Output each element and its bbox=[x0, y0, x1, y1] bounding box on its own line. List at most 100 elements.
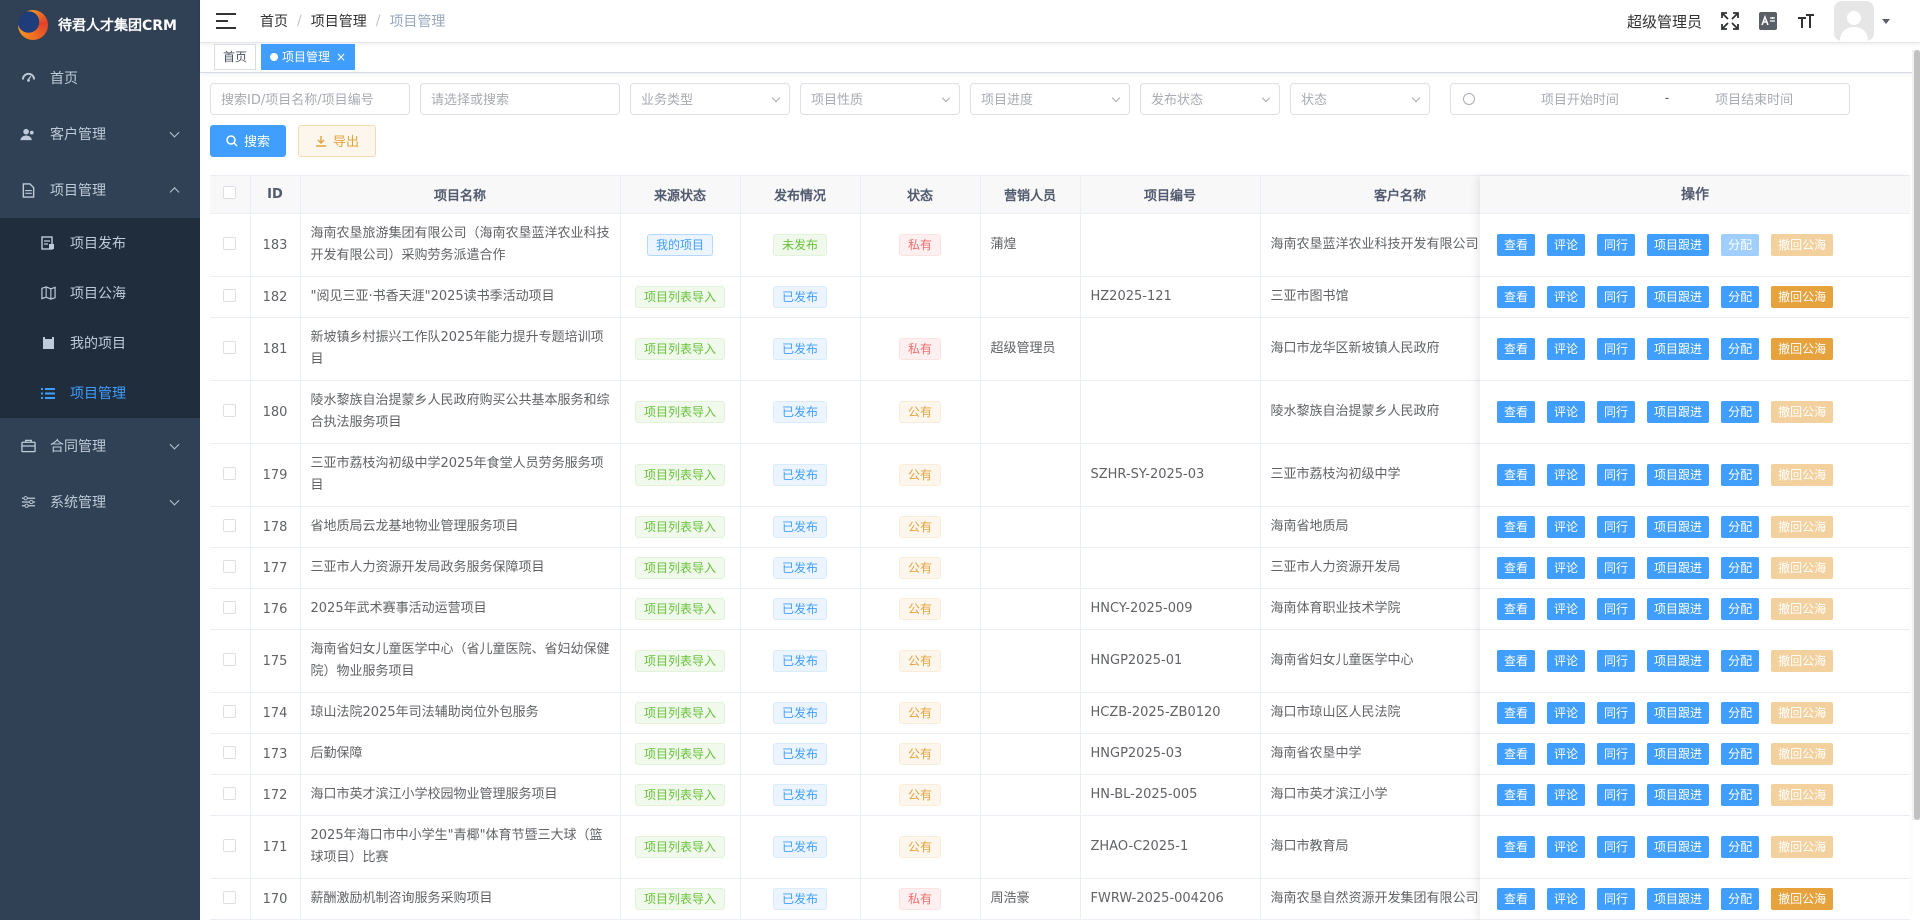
app-logo[interactable]: 待君人才集团CRM bbox=[0, 0, 200, 50]
sidebar-item-project-pool[interactable]: 项目公海 bbox=[0, 268, 200, 318]
peer-button[interactable]: 同行 bbox=[1597, 233, 1636, 256]
recall-button[interactable]: 撤回公海 bbox=[1771, 835, 1834, 858]
breadcrumb-projects[interactable]: 项目管理 bbox=[311, 11, 367, 31]
view-button[interactable]: 查看 bbox=[1497, 233, 1536, 256]
comment-button[interactable]: 评论 bbox=[1547, 835, 1586, 858]
avatar[interactable] bbox=[1834, 1, 1874, 42]
font-size-icon[interactable] bbox=[1796, 11, 1816, 31]
comment-button[interactable]: 评论 bbox=[1547, 597, 1586, 620]
view-button[interactable]: 查看 bbox=[1497, 400, 1536, 423]
peer-button[interactable]: 同行 bbox=[1597, 742, 1636, 765]
row-checkbox[interactable] bbox=[223, 236, 237, 250]
export-button[interactable]: 导出 bbox=[298, 124, 377, 157]
tag-home[interactable]: 首页 bbox=[214, 44, 257, 71]
comment-button[interactable]: 评论 bbox=[1547, 515, 1586, 538]
end-date-placeholder[interactable]: 项目结束时间 bbox=[1669, 89, 1839, 108]
row-checkbox[interactable] bbox=[223, 518, 237, 532]
comment-button[interactable]: 评论 bbox=[1547, 285, 1586, 308]
customer-select[interactable]: 请选择或搜索 bbox=[420, 82, 620, 115]
start-date-placeholder[interactable]: 项目开始时间 bbox=[1495, 89, 1665, 108]
assign-button[interactable]: 分配 bbox=[1721, 597, 1760, 620]
close-icon[interactable]: × bbox=[336, 45, 346, 69]
peer-button[interactable]: 同行 bbox=[1597, 835, 1636, 858]
search-input[interactable]: 搜索ID/项目名称/项目编号 bbox=[210, 82, 410, 115]
sidebar-item-project-publish[interactable]: 项目发布 bbox=[0, 218, 200, 268]
view-button[interactable]: 查看 bbox=[1497, 463, 1536, 486]
sidebar-item-customers[interactable]: 客户管理 bbox=[0, 106, 200, 162]
view-button[interactable]: 查看 bbox=[1497, 783, 1536, 806]
recall-button[interactable]: 撤回公海 bbox=[1771, 400, 1834, 423]
peer-button[interactable]: 同行 bbox=[1597, 649, 1636, 672]
row-checkbox[interactable] bbox=[223, 704, 237, 718]
recall-button[interactable]: 撤回公海 bbox=[1771, 887, 1834, 910]
peer-button[interactable]: 同行 bbox=[1597, 597, 1636, 620]
comment-button[interactable]: 评论 bbox=[1547, 887, 1586, 910]
row-checkbox[interactable] bbox=[223, 890, 237, 904]
follow-up-button[interactable]: 项目跟进 bbox=[1647, 783, 1710, 806]
sidebar-item-system[interactable]: 系统管理 bbox=[0, 474, 200, 530]
comment-button[interactable]: 评论 bbox=[1547, 742, 1586, 765]
view-button[interactable]: 查看 bbox=[1497, 337, 1536, 360]
recall-button[interactable]: 撤回公海 bbox=[1771, 337, 1834, 360]
assign-button[interactable]: 分配 bbox=[1721, 649, 1760, 672]
assign-button[interactable]: 分配 bbox=[1721, 233, 1760, 256]
follow-up-button[interactable]: 项目跟进 bbox=[1647, 337, 1710, 360]
assign-button[interactable]: 分配 bbox=[1721, 285, 1760, 308]
view-button[interactable]: 查看 bbox=[1497, 597, 1536, 620]
view-button[interactable]: 查看 bbox=[1497, 887, 1536, 910]
date-range-picker[interactable]: 项目开始时间 - 项目结束时间 bbox=[1450, 82, 1850, 115]
peer-button[interactable]: 同行 bbox=[1597, 285, 1636, 308]
comment-button[interactable]: 评论 bbox=[1547, 463, 1586, 486]
comment-button[interactable]: 评论 bbox=[1547, 649, 1586, 672]
row-checkbox[interactable] bbox=[223, 288, 237, 302]
sidebar-item-contracts[interactable]: 合同管理 bbox=[0, 418, 200, 474]
view-button[interactable]: 查看 bbox=[1497, 742, 1536, 765]
recall-button[interactable]: 撤回公海 bbox=[1771, 701, 1834, 724]
peer-button[interactable]: 同行 bbox=[1597, 887, 1636, 910]
peer-button[interactable]: 同行 bbox=[1597, 556, 1636, 579]
recall-button[interactable]: 撤回公海 bbox=[1771, 463, 1834, 486]
follow-up-button[interactable]: 项目跟进 bbox=[1647, 515, 1710, 538]
page-scrollbar[interactable] bbox=[1912, 50, 1920, 820]
view-button[interactable]: 查看 bbox=[1497, 649, 1536, 672]
follow-up-button[interactable]: 项目跟进 bbox=[1647, 463, 1710, 486]
peer-button[interactable]: 同行 bbox=[1597, 783, 1636, 806]
follow-up-button[interactable]: 项目跟进 bbox=[1647, 701, 1710, 724]
follow-up-button[interactable]: 项目跟进 bbox=[1647, 556, 1710, 579]
scrollbar-thumb[interactable] bbox=[1914, 50, 1920, 820]
row-checkbox[interactable] bbox=[223, 340, 237, 354]
sidebar-item-project-manage[interactable]: 项目管理 bbox=[0, 368, 200, 418]
row-checkbox[interactable] bbox=[223, 559, 237, 573]
recall-button[interactable]: 撤回公海 bbox=[1771, 742, 1834, 765]
row-checkbox[interactable] bbox=[223, 838, 237, 852]
recall-button[interactable]: 撤回公海 bbox=[1771, 783, 1834, 806]
peer-button[interactable]: 同行 bbox=[1597, 337, 1636, 360]
recall-button[interactable]: 撤回公海 bbox=[1771, 597, 1834, 620]
sidebar-item-home[interactable]: 首页 bbox=[0, 50, 200, 106]
peer-button[interactable]: 同行 bbox=[1597, 463, 1636, 486]
view-button[interactable]: 查看 bbox=[1497, 701, 1536, 724]
assign-button[interactable]: 分配 bbox=[1721, 556, 1760, 579]
follow-up-button[interactable]: 项目跟进 bbox=[1647, 233, 1710, 256]
assign-button[interactable]: 分配 bbox=[1721, 783, 1760, 806]
sidebar-item-projects[interactable]: 项目管理 bbox=[0, 162, 200, 218]
follow-up-button[interactable]: 项目跟进 bbox=[1647, 742, 1710, 765]
row-checkbox[interactable] bbox=[223, 466, 237, 480]
search-button[interactable]: 搜索 bbox=[210, 124, 287, 157]
recall-button[interactable]: 撤回公海 bbox=[1771, 233, 1834, 256]
comment-button[interactable]: 评论 bbox=[1547, 400, 1586, 423]
nature-select[interactable]: 项目性质 bbox=[800, 82, 960, 115]
recall-button[interactable]: 撤回公海 bbox=[1771, 285, 1834, 308]
breadcrumb-home[interactable]: 首页 bbox=[260, 11, 288, 31]
follow-up-button[interactable]: 项目跟进 bbox=[1647, 835, 1710, 858]
assign-button[interactable]: 分配 bbox=[1721, 400, 1760, 423]
row-checkbox[interactable] bbox=[223, 786, 237, 800]
status-select[interactable]: 状态 bbox=[1290, 82, 1430, 115]
row-checkbox[interactable] bbox=[223, 600, 237, 614]
assign-button[interactable]: 分配 bbox=[1721, 835, 1760, 858]
comment-button[interactable]: 评论 bbox=[1547, 556, 1586, 579]
business-type-select[interactable]: 业务类型 bbox=[630, 82, 790, 115]
assign-button[interactable]: 分配 bbox=[1721, 337, 1760, 360]
peer-button[interactable]: 同行 bbox=[1597, 701, 1636, 724]
select-all-checkbox[interactable] bbox=[223, 185, 237, 199]
